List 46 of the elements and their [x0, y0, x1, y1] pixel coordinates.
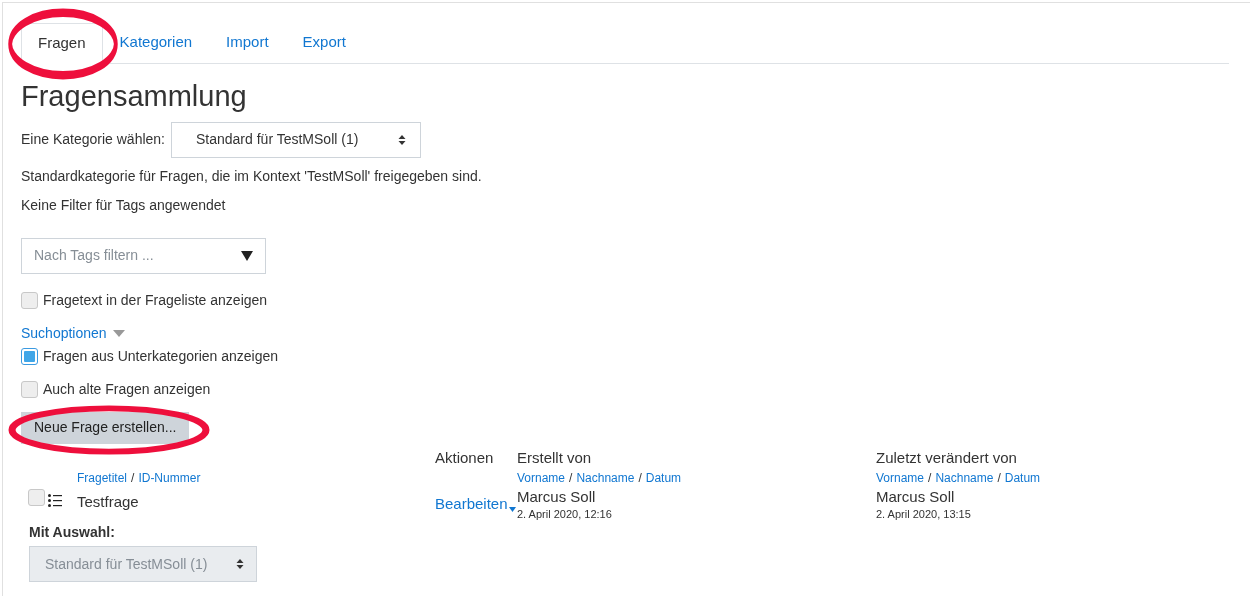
option-label: Fragen aus Unterkategorien anzeigen — [43, 346, 279, 366]
date-text: 2. April 2020, 12:16 — [517, 506, 612, 522]
category-label: Eine Kategorie wählen: — [21, 130, 165, 149]
with-selection-label: Mit Auswahl: — [29, 524, 115, 540]
category-description: Standardkategorie für Fragen, die im Kontext 'TestMSoll' freigegeben sind. — [21, 166, 483, 186]
separator-text: / — [131, 469, 135, 487]
user-name: Marcus Soll — [517, 488, 596, 505]
sort-link[interactable]: Datum — [1004, 468, 1041, 487]
sort-link[interactable]: Vorname — [517, 468, 566, 487]
tab[interactable]: Export — [285, 22, 363, 63]
tab[interactable]: Import — [209, 22, 286, 63]
search-options-link[interactable]: Suchoptionen — [21, 322, 107, 344]
column-header: Aktionen — [435, 448, 495, 466]
date-text: 2. April 2020, 13:15 — [876, 506, 971, 522]
separator-text: / — [997, 469, 1001, 487]
dropdown-triangle-icon — [241, 250, 253, 261]
edit-link[interactable]: Bearbeiten — [435, 492, 508, 515]
option-label: Auch alte Fragen anzeigen — [43, 379, 211, 399]
sort-arrows-icon — [398, 133, 407, 146]
sort-link[interactable]: Nachname — [935, 468, 994, 487]
option-label: Fragetext in der Frageliste anzeigen — [43, 290, 268, 310]
checkbox[interactable] — [21, 347, 38, 365]
checkbox[interactable] — [28, 488, 45, 506]
question-name: Testfrage — [77, 491, 140, 512]
caret-icon — [508, 506, 516, 512]
multiple-choice-icon — [48, 493, 62, 507]
user-name: Marcus Soll — [876, 488, 955, 505]
tab[interactable]: Kategorien — [102, 22, 210, 63]
column-header: Erstellt von — [517, 448, 593, 466]
checkbox[interactable] — [21, 380, 38, 398]
sort-link[interactable]: Datum — [645, 468, 682, 487]
separator-text: / — [569, 469, 573, 487]
column-header: Zuletzt verändert von — [876, 448, 1018, 466]
sort-link[interactable]: Vorname — [876, 468, 925, 487]
tag-filter-status: Keine Filter für Tags angewendet — [21, 195, 227, 215]
sort-link[interactable]: ID-Nummer — [138, 468, 201, 487]
sort-link[interactable]: Fragetitel — [77, 468, 128, 487]
separator-text: / — [638, 469, 642, 487]
separator-text: / — [928, 469, 932, 487]
sort-arrows-icon — [236, 558, 244, 570]
category-select[interactable]: Standard für TestMSoll (1) — [171, 121, 422, 158]
tab[interactable]: Fragen — [21, 23, 103, 64]
checkbox[interactable] — [21, 291, 38, 309]
page-title: Fragensammlung — [21, 78, 248, 114]
sort-link[interactable]: Nachname — [576, 468, 635, 487]
tag-filter-field[interactable]: Nach Tags filtern ... — [21, 237, 266, 274]
